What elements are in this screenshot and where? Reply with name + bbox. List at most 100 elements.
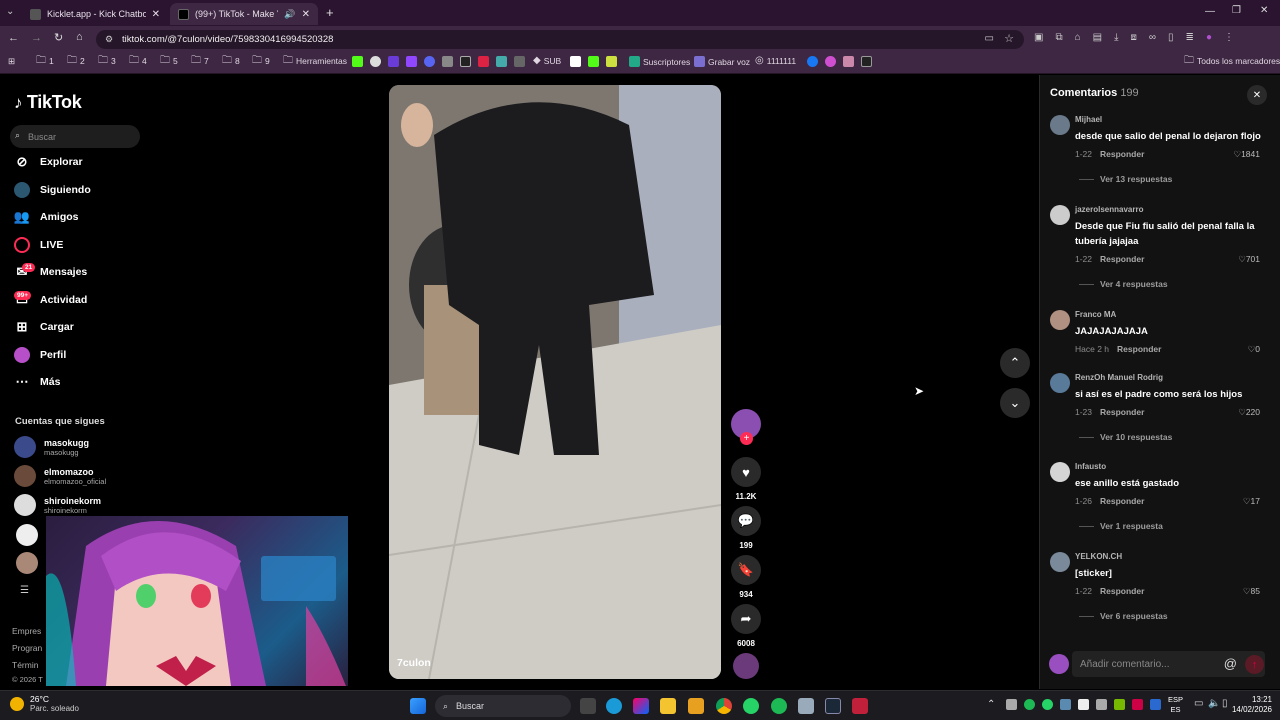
comment-like[interactable]: ♡1841	[1233, 149, 1260, 160]
extension-icon[interactable]: ⧈	[1131, 32, 1137, 48]
tab-search-icon[interactable]: ⌄	[6, 6, 14, 17]
footer-link[interactable]: Empres	[12, 626, 41, 636]
bluetooth-icon[interactable]	[1150, 699, 1161, 710]
list-icon[interactable]: ☰	[20, 585, 29, 596]
close-tab-icon[interactable]: ✕	[302, 9, 310, 20]
bookmark-folder[interactable]: 🗀 2	[67, 56, 85, 67]
windows-start-icon[interactable]	[410, 698, 426, 714]
home-icon[interactable]: ⌂	[76, 31, 83, 43]
bookmark-icons-row[interactable]	[352, 56, 525, 67]
bookmark-icons-row[interactable]	[807, 56, 872, 67]
author-avatar-button[interactable]: +	[731, 409, 761, 445]
app-icon[interactable]	[688, 698, 704, 714]
reply-button[interactable]: Responder	[1100, 586, 1144, 596]
spotify-icon[interactable]	[1024, 699, 1035, 710]
footer-link[interactable]: Términ	[12, 660, 38, 670]
nav-explorar[interactable]: ⊘ Explorar	[14, 152, 83, 172]
steam-icon[interactable]	[825, 698, 841, 714]
site-info-icon[interactable]: ⚙	[105, 34, 113, 45]
nav-perfil[interactable]: Perfil	[14, 345, 66, 365]
footer-link[interactable]: Progran	[12, 643, 42, 653]
nav-siguiendo[interactable]: Siguiendo	[14, 180, 91, 200]
edge-icon[interactable]	[606, 698, 622, 714]
new-tab-icon[interactable]: +	[326, 5, 334, 20]
comment-like[interactable]: ♡85	[1243, 586, 1260, 597]
whatsapp-icon[interactable]	[1042, 699, 1053, 710]
all-bookmarks[interactable]: 🗀 Todos los marcadores	[1184, 56, 1280, 67]
reply-button[interactable]: Responder	[1117, 344, 1161, 354]
close-window-icon[interactable]: ✕	[1260, 5, 1268, 16]
bookmark-folder[interactable]: 🗀 8	[222, 56, 240, 67]
nav-live[interactable]: LIVE	[14, 235, 63, 255]
weather-widget[interactable]: 26°C Parc. soleado	[10, 694, 79, 713]
bookmark-folder[interactable]: 🗀 4	[129, 56, 147, 67]
task-view-icon[interactable]	[580, 698, 596, 714]
tray-icon[interactable]	[1006, 699, 1017, 710]
avatar[interactable]	[1050, 552, 1070, 572]
clock[interactable]: 13:21 14/02/2026	[1226, 695, 1272, 715]
reply-button[interactable]: Responder	[1100, 149, 1144, 159]
reply-button[interactable]: Responder	[1100, 254, 1144, 264]
like-button[interactable]: ♥ 11.2K	[731, 457, 761, 501]
forward-icon[interactable]: →	[31, 32, 42, 44]
comment-like[interactable]: ♡17	[1243, 496, 1260, 507]
following-item[interactable]: shiroinekorm shiroinekorm	[14, 494, 101, 516]
extension-icon[interactable]: ≣	[1186, 32, 1194, 48]
comment-like[interactable]: ♡0	[1248, 344, 1260, 355]
view-replies-button[interactable]: Ver 10 respuestas	[1079, 432, 1172, 442]
taskbar-search[interactable]: ⌕ Buscar	[435, 695, 571, 717]
reply-button[interactable]: Responder	[1100, 407, 1144, 417]
comment-button[interactable]: 💬 199	[731, 506, 761, 550]
avatar[interactable]	[1050, 373, 1070, 393]
bookmark-folder[interactable]: 🗀 Herramientas	[283, 56, 347, 67]
nav-mas[interactable]: ⋯ Más	[14, 372, 61, 392]
comment-username[interactable]: YELKON.CH	[1075, 552, 1122, 561]
reply-button[interactable]: Responder	[1100, 496, 1144, 506]
music-disc-button[interactable]	[731, 653, 761, 679]
address-bar[interactable]: ⚙ tiktok.com/@7culon/video/7598330416994…	[96, 30, 1024, 49]
bookmark-star-icon[interactable]: ☆	[1004, 32, 1014, 45]
view-replies-button[interactable]: Ver 13 respuestas	[1079, 174, 1172, 184]
close-comments-button[interactable]: ✕	[1247, 85, 1267, 105]
steam-icon[interactable]	[1060, 699, 1071, 710]
following-item[interactable]: masokugg masokugg	[14, 436, 89, 458]
link-icon[interactable]: ∞	[1149, 32, 1156, 48]
bookmark-folder[interactable]: 🗀 1	[36, 56, 54, 67]
network-icon[interactable]: ▭	[1194, 698, 1203, 709]
tiktok-logo[interactable]: ♪ TikTok	[14, 92, 82, 113]
video-player[interactable]: 7culon	[389, 85, 721, 679]
whatsapp-icon[interactable]	[743, 698, 759, 714]
tab-kicklet[interactable]: Kicklet.app - Kick Chatbot and ✕	[22, 3, 168, 25]
reload-icon[interactable]: ↻	[54, 31, 63, 44]
avatar[interactable]	[16, 524, 38, 546]
previous-video-button[interactable]: ⌃	[1000, 348, 1030, 378]
comment-like[interactable]: ♡220	[1238, 407, 1260, 418]
profile-icon[interactable]: ●	[1206, 32, 1212, 48]
bookmark-folder[interactable]: 🗀 7	[191, 56, 209, 67]
tray-icon[interactable]	[1078, 699, 1089, 710]
avatar[interactable]	[1050, 462, 1070, 482]
vtube-studio-icon[interactable]	[798, 698, 814, 714]
tab-tiktok[interactable]: (99+) TikTok - Make Your D 🔊 ✕	[170, 3, 318, 25]
tray-icon[interactable]	[1132, 699, 1143, 710]
save-button[interactable]: 🔖 934	[731, 555, 761, 599]
add-comment-input[interactable]: Añadir comentario... @ ☺	[1072, 651, 1265, 677]
bookmark-folder[interactable]: 🗀 3	[98, 56, 116, 67]
search-input[interactable]: ⌕ Buscar	[10, 125, 140, 148]
language-indicator[interactable]: ESP ES	[1168, 695, 1183, 715]
restore-icon[interactable]: ❐	[1232, 5, 1241, 16]
bookmark-1111111[interactable]: ◎ 1111111	[755, 56, 796, 67]
avatar[interactable]	[1050, 205, 1070, 225]
view-replies-button[interactable]: Ver 1 respuesta	[1079, 521, 1163, 531]
bookmark-icons-row[interactable]	[570, 56, 617, 67]
speaker-icon[interactable]: 🔊	[284, 9, 295, 20]
bookmark-sub[interactable]: ◆ SUB	[533, 56, 561, 67]
extension-icon[interactable]: ▯	[1168, 32, 1174, 48]
comment-username[interactable]: RenzOh Manuel Rodrig	[1075, 373, 1163, 382]
bookmark-folder[interactable]: 🗀 9	[252, 56, 270, 67]
bookmark-grabar-voz[interactable]: Grabar voz	[694, 56, 750, 67]
share-button[interactable]: ➦ 6008	[731, 604, 761, 648]
avatar[interactable]	[16, 552, 38, 574]
comment-username[interactable]: jazerolsennavarro	[1075, 205, 1143, 214]
comment-username[interactable]: Infausto	[1075, 462, 1106, 471]
